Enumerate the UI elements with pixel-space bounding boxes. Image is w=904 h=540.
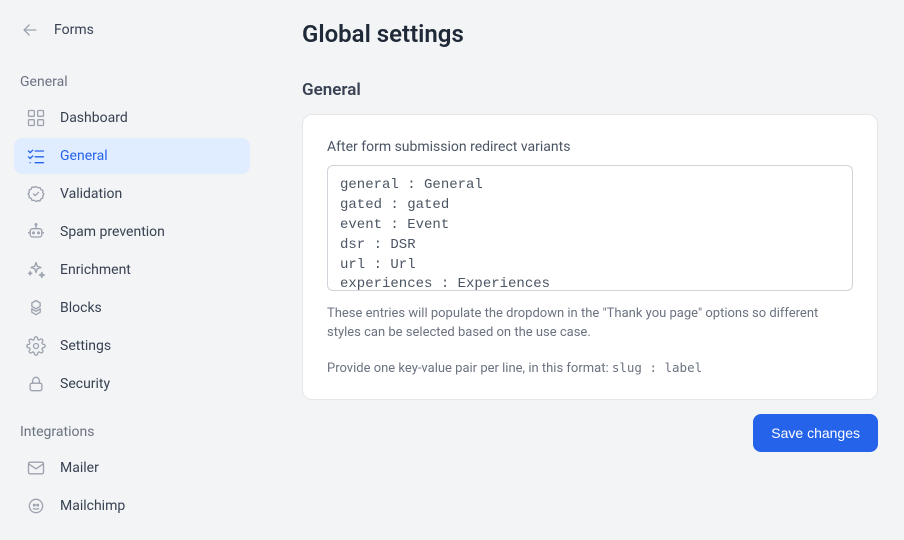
redirect-variants-help-2-code: slug : label [612,360,702,375]
redirect-variants-help-2: Provide one key-value pair per line, in … [327,359,853,379]
arrow-left-icon [20,20,40,40]
sidebar-item-label: Mailchimp [60,498,125,514]
sidebar-item-spam-prevention[interactable]: Spam prevention [14,214,250,250]
sidebar-item-dashboard[interactable]: Dashboard [14,100,250,136]
back-label: Forms [54,22,94,38]
sidebar-item-label: Security [60,376,110,392]
lock-icon [26,374,46,394]
dashboard-icon [26,108,46,128]
sidebar-item-settings[interactable]: Settings [14,328,250,364]
sidebar: Forms General Dashboard General Validati… [0,0,264,540]
sidebar-item-label: Mailer [60,460,99,476]
form-actions: Save changes [302,414,878,452]
redirect-variants-help-2-text: Provide one key-value pair per line, in … [327,361,612,376]
badge-check-icon [26,184,46,204]
sidebar-item-label: Spam prevention [60,224,165,240]
sidebar-item-label: General [60,148,108,164]
save-changes-button[interactable]: Save changes [753,414,878,452]
checklist-icon [26,146,46,166]
sparkles-icon [26,260,46,280]
section-title-general: General [302,80,878,100]
envelope-icon [26,458,46,478]
sidebar-item-label: Dashboard [60,110,128,126]
bot-icon [26,222,46,242]
sidebar-item-security[interactable]: Security [14,366,250,402]
sidebar-item-label: Validation [60,186,122,202]
sidebar-group-header-general: General [14,70,250,94]
settings-card: After form submission redirect variants … [302,114,878,400]
packages-icon [26,298,46,318]
redirect-variants-textarea[interactable] [327,165,853,291]
redirect-variants-label: After form submission redirect variants [327,139,853,155]
page-title: Global settings [302,20,878,48]
sidebar-item-blocks[interactable]: Blocks [14,290,250,326]
sidebar-item-general[interactable]: General [14,138,250,174]
redirect-variants-help-1: These entries will populate the dropdown… [327,305,853,343]
back-to-forms[interactable]: Forms [14,14,250,46]
sidebar-item-label: Enrichment [60,262,131,278]
sidebar-item-label: Blocks [60,300,102,316]
sidebar-item-mailer[interactable]: Mailer [14,450,250,486]
sidebar-item-enrichment[interactable]: Enrichment [14,252,250,288]
gear-icon [26,336,46,356]
main-content: Global settings General After form submi… [264,0,904,540]
sidebar-item-mailchimp[interactable]: Mailchimp [14,488,250,524]
sidebar-item-validation[interactable]: Validation [14,176,250,212]
sidebar-item-label: Settings [60,338,111,354]
sidebar-group-header-integrations: Integrations [14,420,250,444]
mailchimp-icon [26,496,46,516]
